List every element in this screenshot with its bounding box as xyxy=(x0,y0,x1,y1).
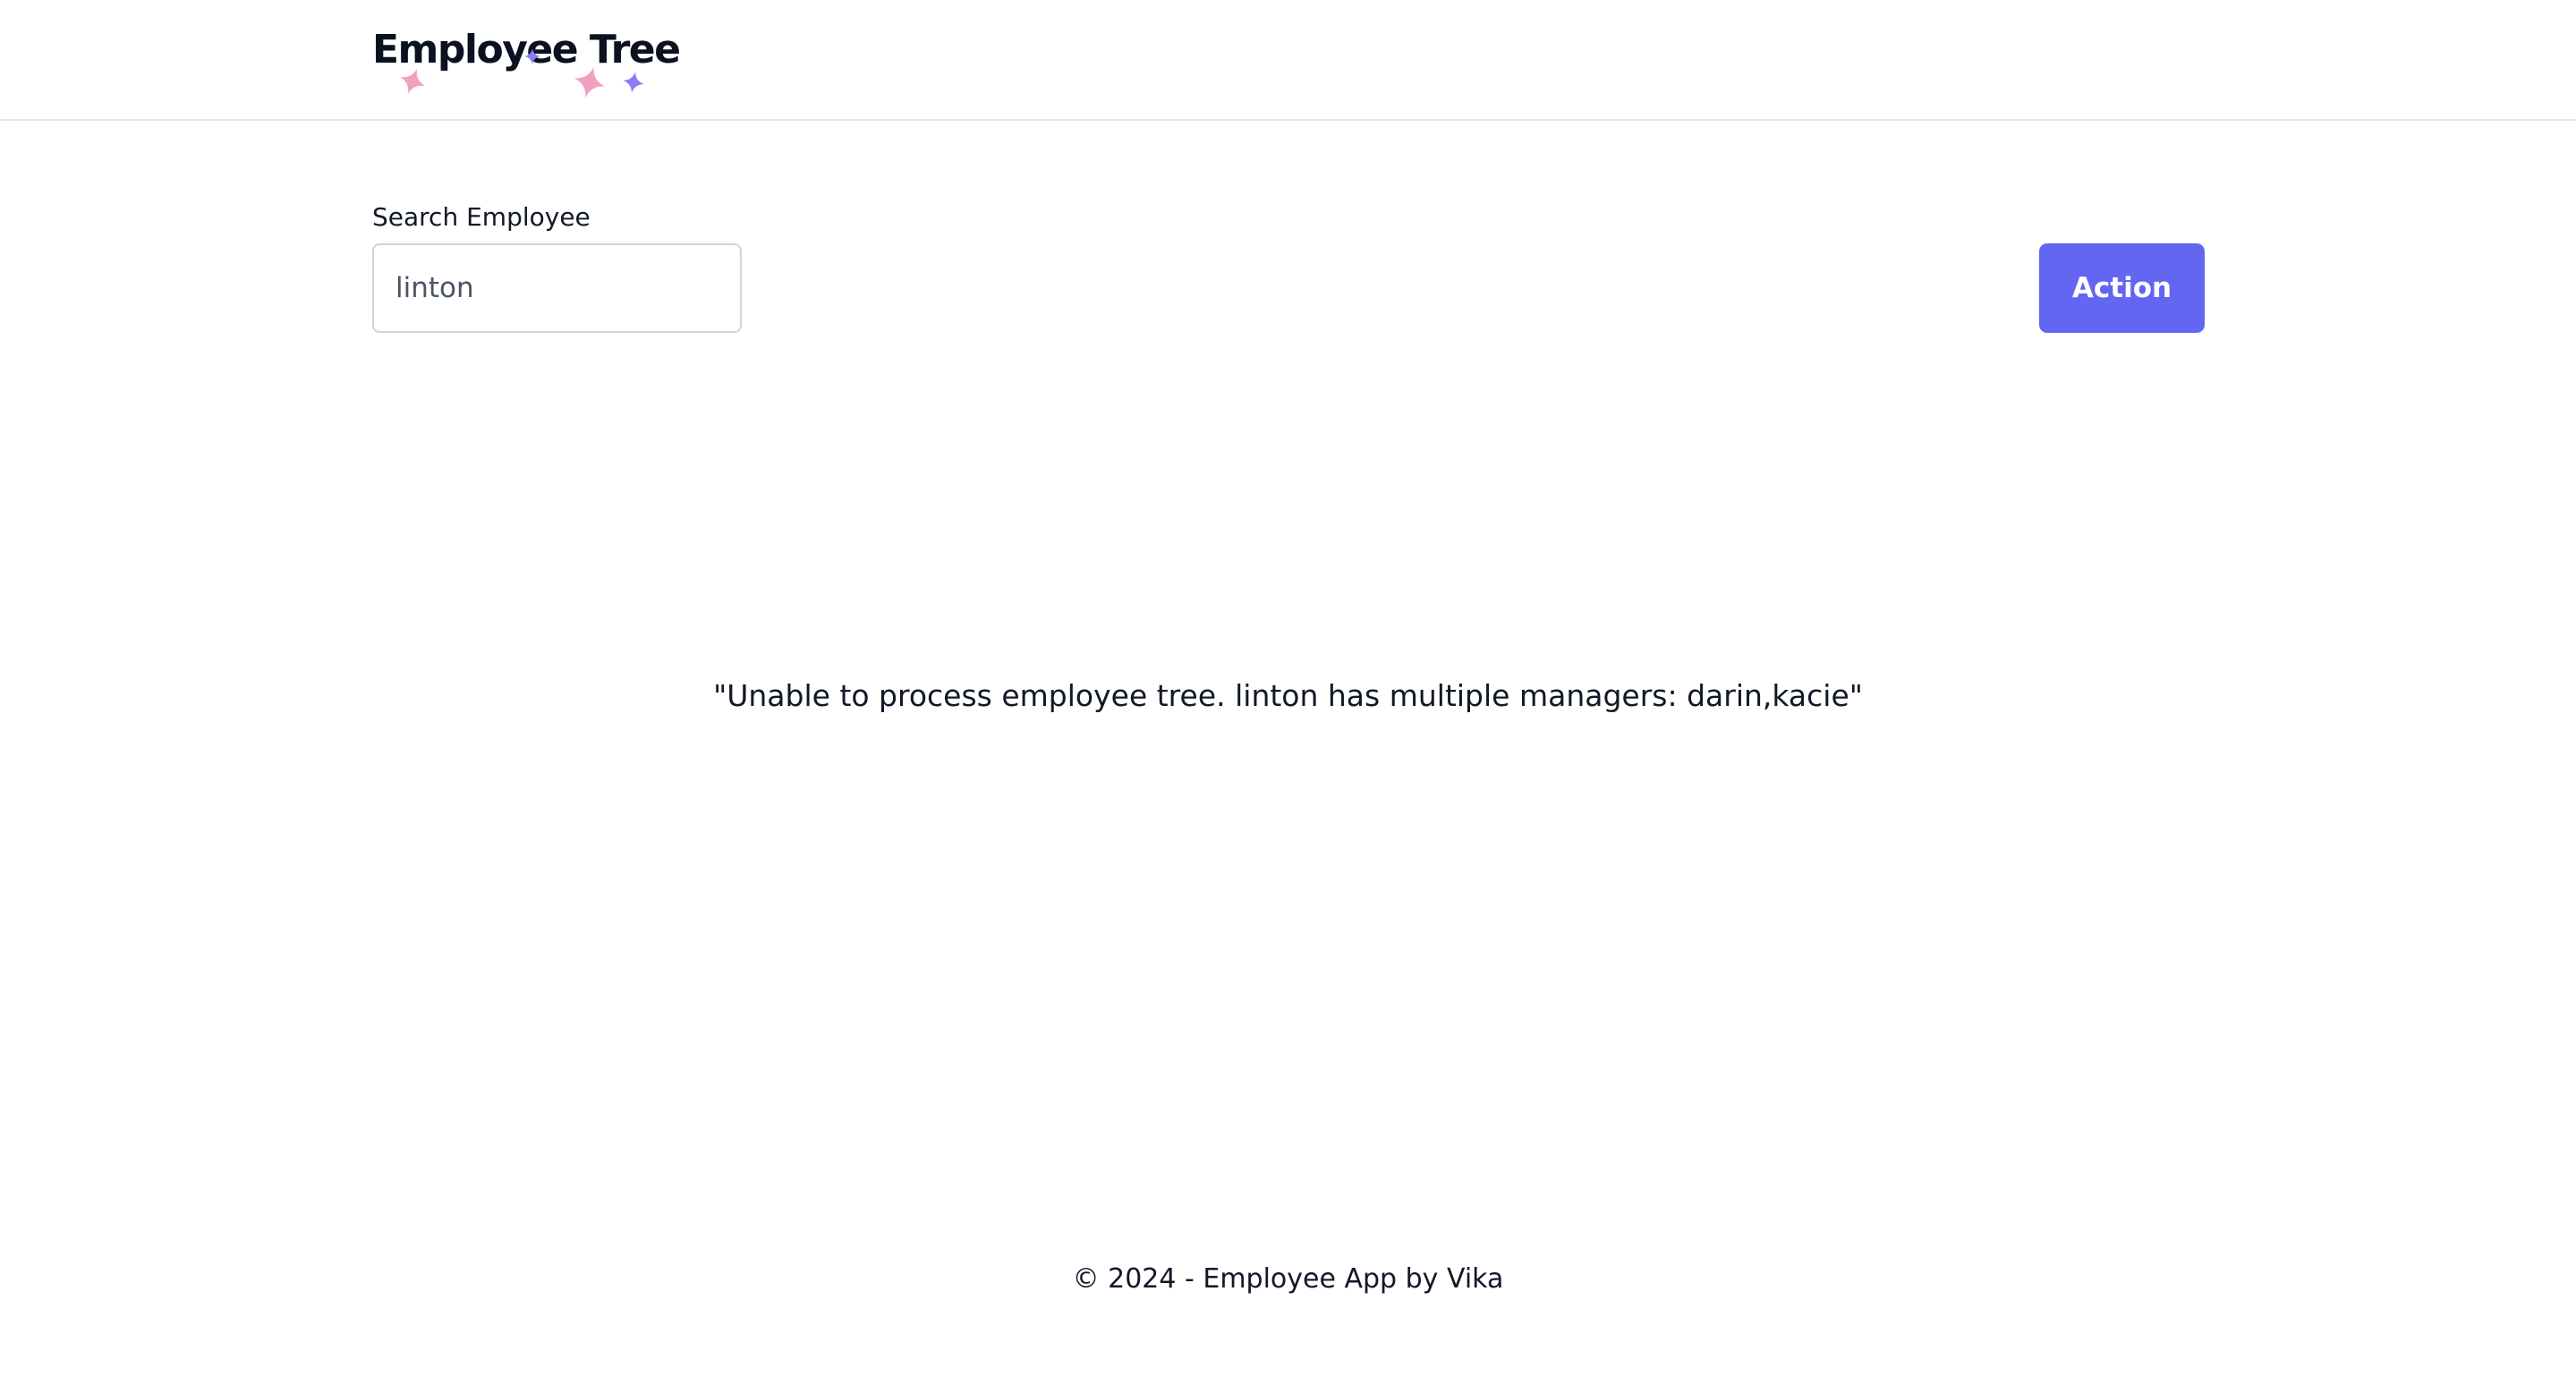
app-logo[interactable]: Employee Tree xyxy=(372,25,694,98)
sparkle-icon xyxy=(623,72,644,93)
app-root: Employee Tree Search Employee Action "Un… xyxy=(0,0,2576,1385)
sparkle-icon xyxy=(524,48,540,64)
search-input[interactable] xyxy=(372,243,742,333)
search-label: Search Employee xyxy=(372,202,591,232)
footer-text: © 2024 - Employee App by Vika xyxy=(1072,1263,1504,1295)
sparkle-icon xyxy=(399,68,426,95)
sparkle-icon xyxy=(574,66,606,98)
action-button[interactable]: Action xyxy=(2039,243,2205,333)
top-navbar: Employee Tree xyxy=(0,0,2576,121)
error-message: "Unable to process employee tree. linton… xyxy=(713,678,1863,713)
